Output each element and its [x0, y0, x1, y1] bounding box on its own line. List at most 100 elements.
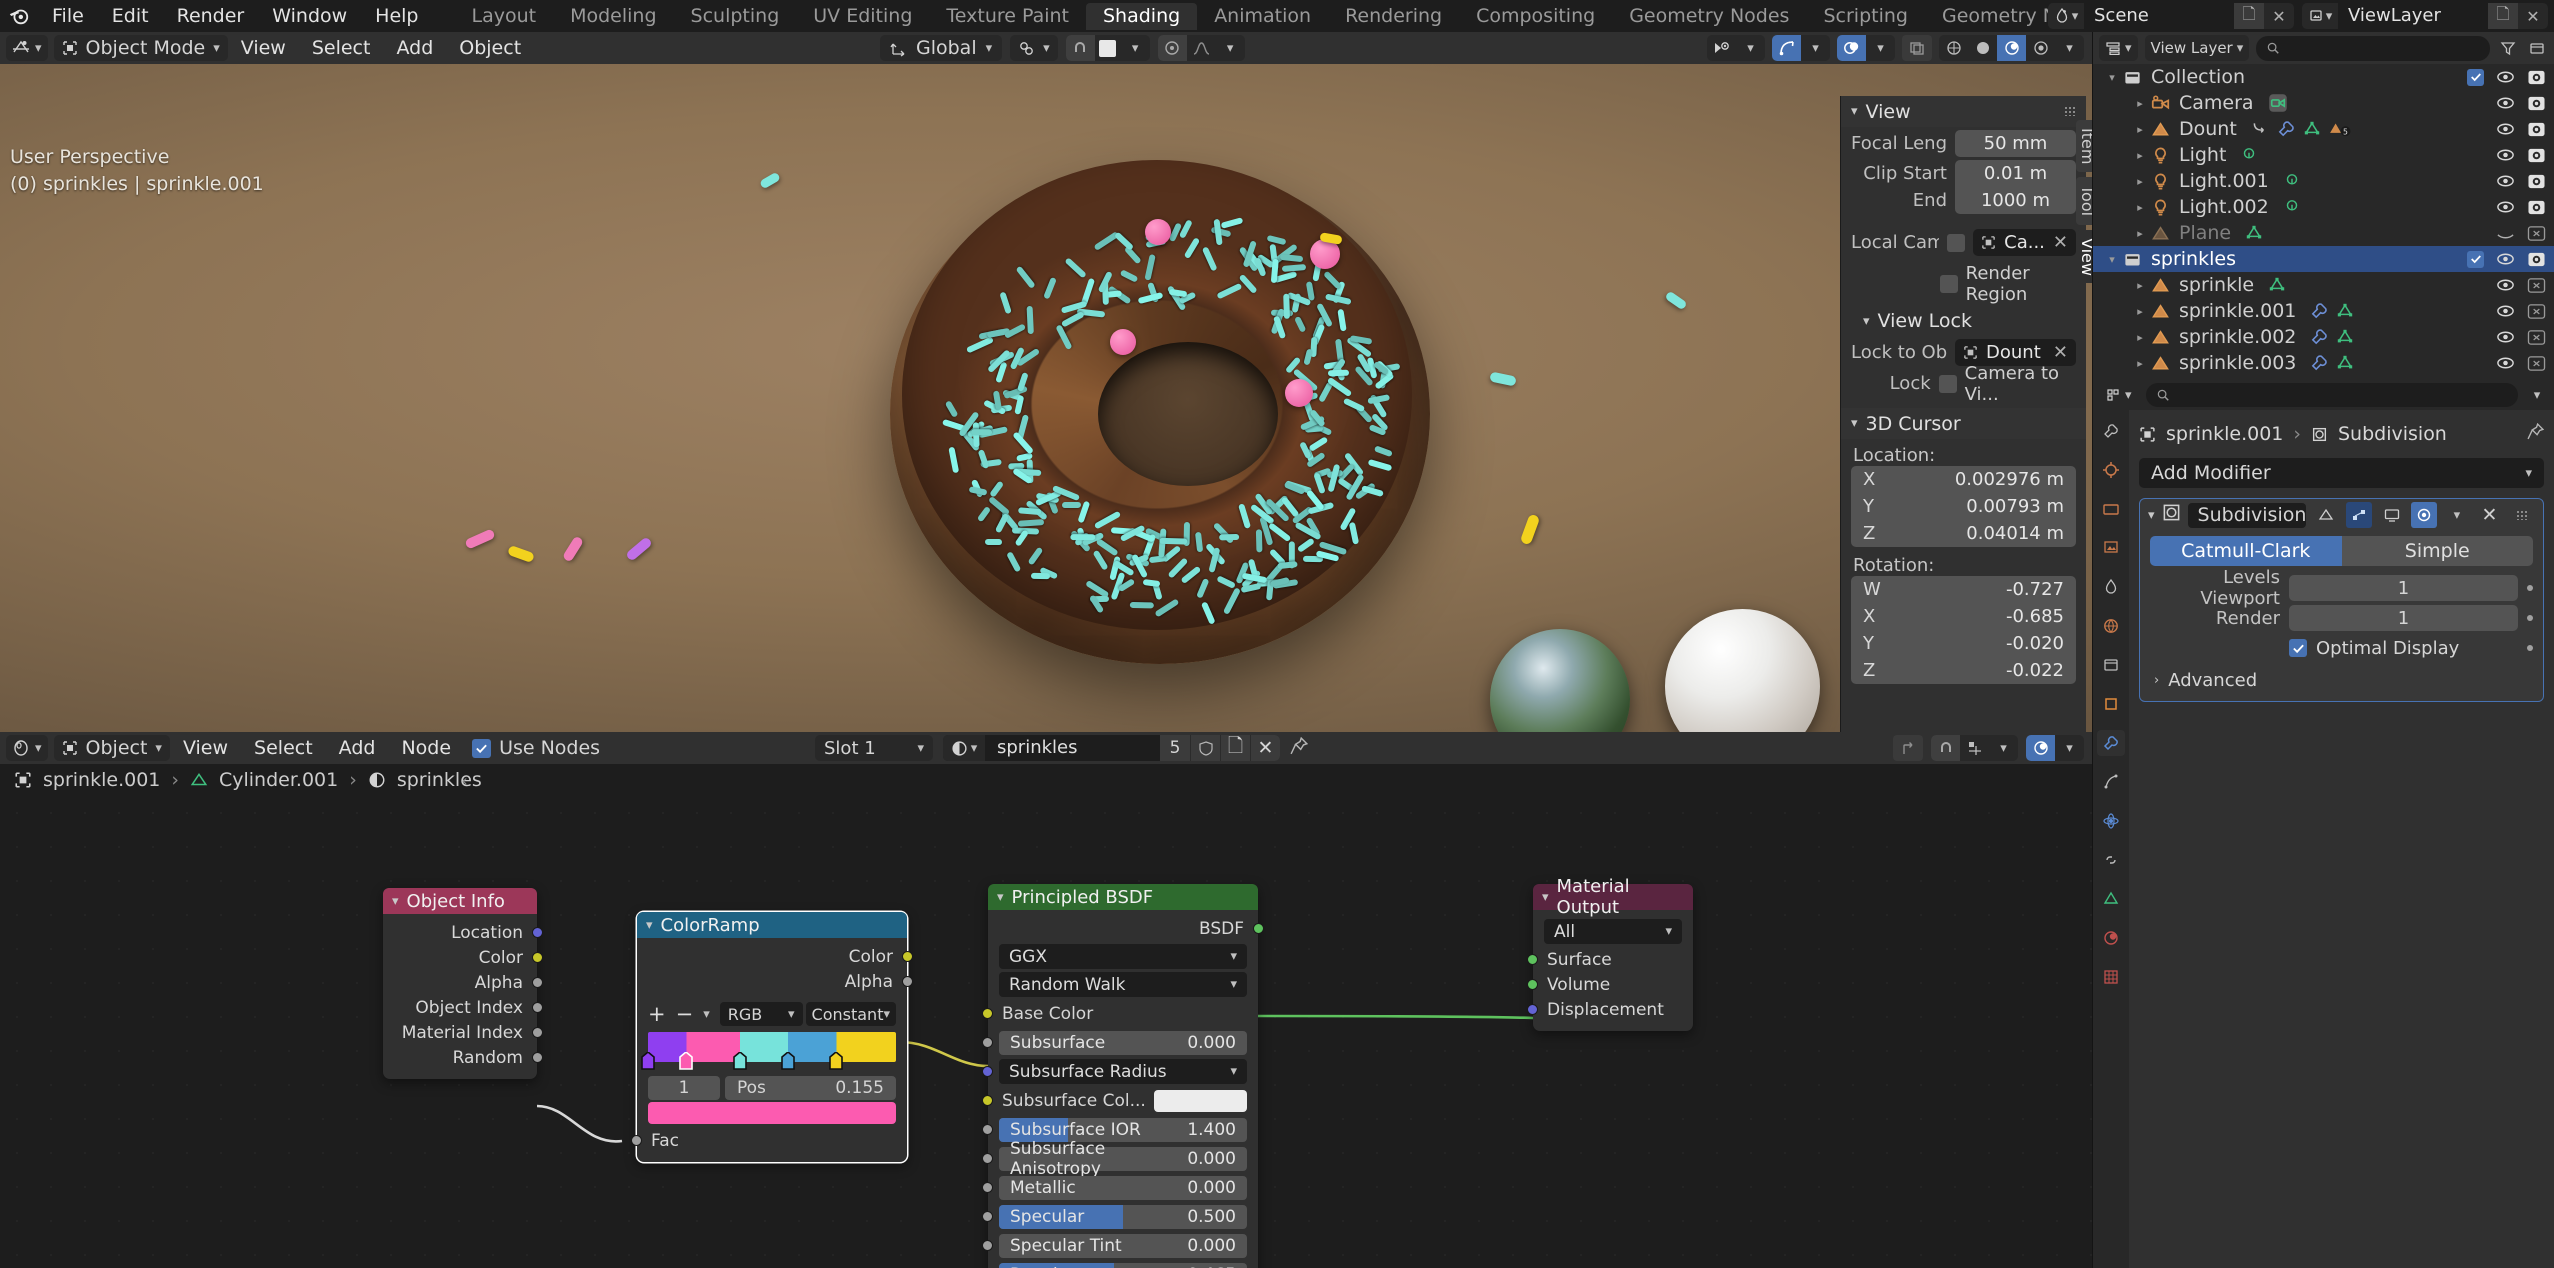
node-color-ramp[interactable]: ▾ ColorRamp Color Alpha + − ▾ RGB ▾ Cons… [631, 912, 913, 1162]
outliner-render-icon[interactable] [2527, 147, 2546, 164]
viewport-menu-object[interactable]: Object [446, 32, 534, 64]
material-icon[interactable]: ▾ [943, 735, 985, 761]
xray-toggle-icon[interactable] [1902, 35, 1932, 61]
node-object-info-collapse-icon[interactable]: ▾ [392, 894, 399, 909]
subdivision-catmull-clark-button[interactable]: Catmull-Clark [2150, 536, 2342, 566]
node-principled-bsdf[interactable]: ▾ Principled BSDF BSDF GGX ▾ Random Walk ▾… [982, 884, 1264, 1268]
outliner-exclude-checkbox[interactable] [2467, 68, 2484, 86]
snap-magnet-icon[interactable] [1065, 35, 1095, 61]
cursor-x-field[interactable]: X -0.685 [1851, 602, 2076, 630]
material-name[interactable]: sprinkles [985, 735, 1160, 761]
outliner-row[interactable]: ▸ sprinkle [2093, 272, 2554, 298]
proportional-falloff-swatch[interactable] [1095, 35, 1121, 61]
view-panel-collapse-icon[interactable]: ▾ [1851, 104, 1858, 119]
matout-input-row[interactable]: Surface [1527, 947, 1693, 972]
bsdf-value-slider[interactable]: Subsurface Anisotropy 0.000 [999, 1139, 1247, 1179]
bsdf-input-row[interactable]: Metallic 0.000 [982, 1174, 1258, 1201]
properties-tab-output[interactable] [2097, 496, 2125, 522]
node-object-info-header[interactable]: ▾ Object Info [383, 888, 537, 914]
outliner-tree[interactable]: ▾ Collection ▸ Camera ▸ Dount 5 ▸ Light ▸ Light.00… [2093, 64, 2554, 380]
proportional-edit-icon[interactable] [1157, 35, 1187, 61]
outliner-visibility-icon[interactable] [2496, 69, 2515, 85]
properties-options-chevron[interactable]: ▾ [2526, 385, 2548, 405]
colorramp-active-color-swatch[interactable] [648, 1102, 896, 1124]
colorramp-stop-marker[interactable] [732, 1050, 747, 1070]
modifier-delete-icon[interactable]: ✕ [2477, 502, 2503, 528]
material-unlink-icon[interactable]: ✕ [1250, 735, 1280, 761]
cursor-y-field[interactable]: Y 0.00793 m [1851, 492, 2076, 520]
socket-location[interactable] [532, 927, 543, 938]
tab-geometry-nodes[interactable]: Geometry Nodes [1612, 3, 1806, 30]
visibility-controls[interactable]: ▾ [1707, 35, 1765, 61]
node-object-info[interactable]: ▾ Object Info Location Color Alpha Object I… [383, 888, 543, 1079]
local-camera-checkbox[interactable] [1947, 233, 1966, 252]
shader-preview-controls[interactable]: ▾ [2026, 735, 2084, 761]
bsdf-input-row[interactable]: Subsurface 0.000 [982, 1029, 1258, 1056]
socket-subsurface-anisotropy[interactable] [982, 1153, 993, 1164]
outliner-disclosure-icon[interactable]: ▸ [2129, 305, 2151, 318]
render-region-checkbox[interactable] [1939, 274, 1958, 293]
modifier-drag-grip[interactable] [2509, 502, 2535, 528]
subdivision-simple-button[interactable]: Simple [2341, 536, 2533, 566]
outliner-render-icon[interactable] [2527, 199, 2546, 216]
material-new-copy-icon[interactable]: 🗋 [1220, 735, 1250, 761]
proportional-edit-controls[interactable]: ▾ [1157, 35, 1245, 61]
modifier-realtime-icon[interactable] [2379, 502, 2405, 528]
modifier-render-icon[interactable] [2411, 502, 2438, 528]
cursor-z-field[interactable]: Z -0.022 [1851, 656, 2076, 684]
properties-tab-world[interactable] [2097, 613, 2125, 639]
pin-icon[interactable] [2527, 422, 2545, 445]
shader-menu-view[interactable]: View [170, 732, 241, 764]
object-info-output-row[interactable]: Location [383, 920, 543, 945]
outliner-visibility-icon[interactable] [2496, 225, 2515, 241]
properties-tab-collection[interactable] [2097, 652, 2125, 678]
outliner-row[interactable]: ▸ Dount 5 [2093, 116, 2554, 142]
menu-file[interactable]: File [38, 0, 98, 32]
node-bsdf-collapse-icon[interactable]: ▾ [997, 890, 1004, 905]
colorramp-stop-marker[interactable] [641, 1050, 655, 1070]
bsdf-value-slider[interactable]: Subsurface 0.000 [999, 1030, 1247, 1055]
object-info-output-row[interactable]: Object Index [383, 995, 543, 1020]
tab-uv-editing[interactable]: UV Editing [796, 3, 929, 30]
falloff-dropdown-chevron[interactable]: ▾ [1216, 35, 1245, 61]
view-panel-header[interactable]: ▾ View [1841, 96, 2086, 127]
viewlayer-name[interactable]: ViewLayer [2338, 3, 2488, 29]
gizmo-controls[interactable]: ▾ [1772, 35, 1830, 61]
scene-selector[interactable]: ▾ Scene 🗋 ✕ [2048, 3, 2294, 29]
properties-editor-type[interactable]: ▾ [2099, 382, 2138, 408]
outliner-render-icon[interactable] [2527, 173, 2546, 190]
outliner-visibility-icon[interactable] [2496, 329, 2515, 345]
bsdf-input-row[interactable]: Base Color [982, 1000, 1258, 1027]
tab-scripting[interactable]: Scripting [1806, 3, 1925, 30]
modifier-collapse-icon[interactable]: ▾ [2148, 508, 2155, 523]
lock-to-object-clear-icon[interactable]: ✕ [2053, 342, 2076, 363]
advanced-expand-icon[interactable]: › [2154, 673, 2159, 688]
bsdf-input-dropdown[interactable]: Subsurface Radius ▾ [999, 1059, 1247, 1084]
socket-specular-tint[interactable] [982, 1240, 993, 1251]
material-selector[interactable]: ▾ sprinkles 5 🗋 ✕ [943, 735, 1280, 761]
remove-viewlayer-icon[interactable]: ✕ [2518, 3, 2548, 29]
tab-shading[interactable]: Shading [1086, 2, 1198, 30]
show-overlays-icon[interactable] [1837, 35, 1866, 61]
shader-snap-controls[interactable]: ▾ [1931, 735, 2018, 761]
viewport-3d-canvas[interactable]: User Perspective (0) sprinkles | sprinkl… [0, 64, 2092, 732]
object-info-output-row[interactable]: Random [383, 1045, 543, 1070]
menu-render[interactable]: Render [163, 0, 259, 32]
outliner-disclosure-icon[interactable]: ▸ [2129, 279, 2151, 292]
node-material-output[interactable]: ▾ Material Output All ▾ Surface Volume Disp… [1527, 876, 1693, 1031]
properties-tab-particles[interactable] [2097, 769, 2125, 795]
cursor-w-field[interactable]: W -0.727 [1851, 575, 2076, 603]
properties-tab-constraints[interactable] [2097, 847, 2125, 873]
breadcrumb-object-name[interactable]: sprinkle.001 [2166, 423, 2283, 445]
socket-specular[interactable] [982, 1211, 993, 1222]
outliner-visibility-icon[interactable] [2496, 121, 2515, 137]
colorramp-stop-marker[interactable] [781, 1050, 795, 1070]
unlink-scene-icon[interactable]: ✕ [2264, 3, 2294, 29]
tab-modeling[interactable]: Modeling [553, 3, 673, 30]
node-principled-bsdf-header[interactable]: ▾ Principled BSDF [988, 884, 1258, 910]
blender-logo-icon[interactable] [0, 0, 38, 32]
outliner-new-collection-icon[interactable] [2526, 38, 2548, 58]
outliner-row[interactable]: ▸ Light.001 [2093, 168, 2554, 194]
optimal-display-animate-dot[interactable] [2527, 645, 2533, 651]
falloff-curve-icon[interactable] [1187, 35, 1216, 61]
